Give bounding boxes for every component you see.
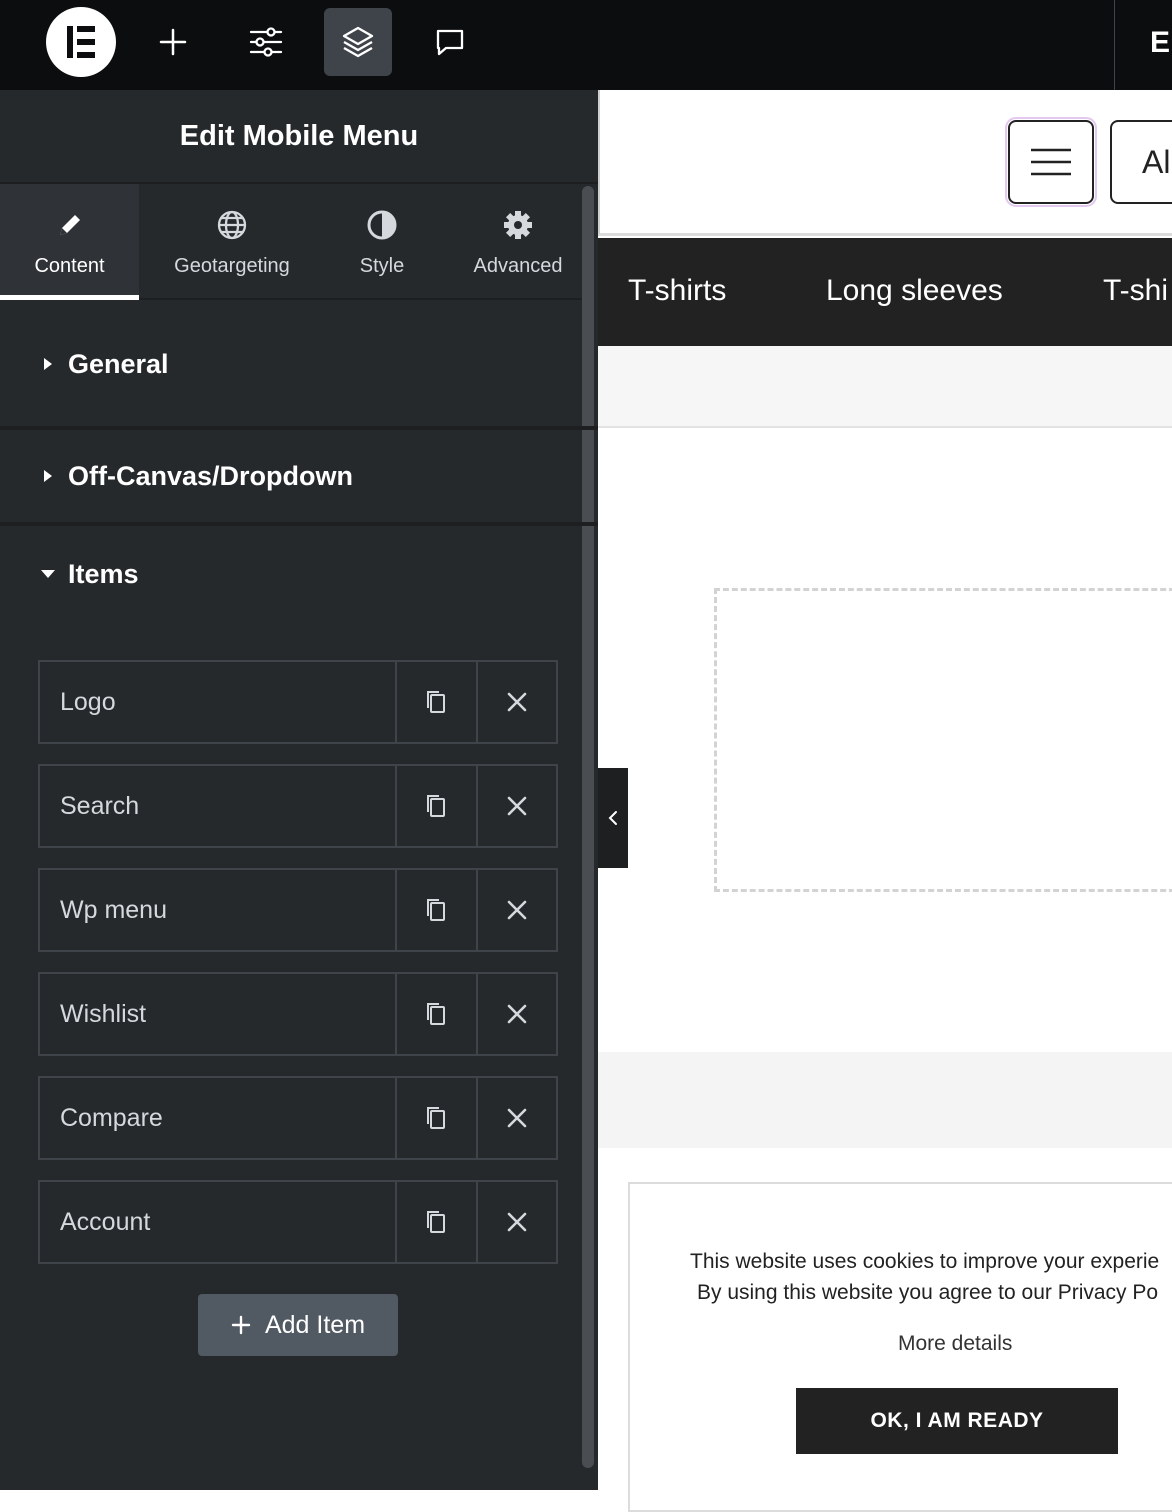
item-label[interactable]: Wp menu: [40, 870, 397, 950]
repeater-item[interactable]: Wishlist: [38, 972, 558, 1056]
section-items[interactable]: Items: [0, 526, 598, 622]
plus-icon: [159, 28, 187, 56]
tab-label: Geotargeting: [174, 254, 290, 277]
remove-button[interactable]: [476, 870, 556, 950]
collapse-panel-button[interactable]: [598, 768, 628, 868]
empty-widget-placeholder[interactable]: [714, 588, 1172, 892]
tab-style[interactable]: Style: [325, 184, 439, 300]
toolbar-divider: [1114, 0, 1115, 90]
remove-button[interactable]: [476, 1078, 556, 1158]
panel-tabs: Content Geotargeting Style Advanced: [0, 184, 582, 300]
remove-button[interactable]: [476, 662, 556, 742]
close-icon: [507, 796, 527, 816]
repeater-item[interactable]: Compare: [38, 1076, 558, 1160]
cookie-text: This website uses cookies to improve you…: [690, 1250, 1160, 1273]
item-label[interactable]: Compare: [40, 1078, 397, 1158]
add-element-button[interactable]: [139, 8, 207, 76]
remove-button[interactable]: [476, 974, 556, 1054]
section-off-canvas[interactable]: Off-Canvas/Dropdown: [0, 430, 598, 526]
elementor-logo-icon[interactable]: [46, 7, 116, 77]
duplicate-button[interactable]: [397, 1078, 477, 1158]
duplicate-button[interactable]: [397, 766, 477, 846]
chevron-left-icon: [608, 811, 617, 825]
tab-geotargeting[interactable]: Geotargeting: [139, 184, 325, 300]
section-label: General: [68, 348, 169, 379]
remove-button[interactable]: [476, 766, 556, 846]
toolbar-right-text[interactable]: El: [1150, 26, 1172, 60]
panel-title: Edit Mobile Menu: [0, 90, 598, 184]
item-label[interactable]: Search: [40, 766, 397, 846]
plus-icon: [231, 1315, 251, 1335]
close-icon: [507, 900, 527, 920]
close-icon: [507, 692, 527, 712]
tab-content[interactable]: Content: [0, 184, 139, 300]
item-label[interactable]: Wishlist: [40, 974, 397, 1054]
copy-icon: [427, 1211, 446, 1233]
copy-icon: [427, 1003, 446, 1025]
add-item-button[interactable]: Add Item: [198, 1294, 398, 1356]
caret-right-icon: [0, 468, 68, 484]
tab-label: Style: [359, 254, 405, 277]
tab-label: Advanced: [473, 254, 563, 277]
all-categories-button[interactable]: All: [1110, 120, 1172, 204]
close-icon: [507, 1108, 527, 1128]
half-circle-icon: [366, 207, 398, 243]
copy-icon: [427, 899, 446, 921]
repeater-item[interactable]: Search: [38, 764, 558, 848]
cookie-text-prefix: By using this website you agree to our: [697, 1281, 1058, 1304]
repeater-item[interactable]: Account: [38, 1180, 558, 1264]
item-label[interactable]: Account: [40, 1182, 397, 1262]
repeater-item[interactable]: Wp menu: [38, 868, 558, 952]
remove-button[interactable]: [476, 1182, 556, 1262]
section-general[interactable]: General: [0, 302, 598, 430]
duplicate-button[interactable]: [397, 1182, 477, 1262]
layers-icon: [342, 26, 374, 58]
duplicate-button[interactable]: [397, 870, 477, 950]
tab-label: Content: [34, 254, 105, 277]
section-label: Off-Canvas/Dropdown: [68, 460, 354, 491]
repeater-item[interactable]: Logo: [38, 660, 558, 744]
close-icon: [507, 1212, 527, 1232]
caret-right-icon: [0, 356, 68, 372]
editor-panel: Edit Mobile Menu Content Geotargeting St…: [0, 90, 598, 1490]
category-bar: T-shirts Long sleeves T-shi: [598, 238, 1172, 346]
copy-icon: [427, 1107, 446, 1129]
pencil-icon: [55, 207, 85, 243]
editor-top-bar: El: [0, 0, 1172, 90]
cookie-notice: This website uses cookies to improve you…: [628, 1182, 1172, 1512]
tab-advanced[interactable]: Advanced: [439, 184, 597, 300]
caret-down-icon: [0, 568, 68, 580]
chat-icon: [436, 29, 464, 56]
category-link[interactable]: T-shi: [1103, 274, 1168, 308]
globe-icon: [216, 207, 248, 243]
copy-icon: [427, 795, 446, 817]
hamburger-icon: [1031, 148, 1071, 176]
more-details-link[interactable]: More details: [898, 1332, 1012, 1356]
copy-icon: [427, 691, 446, 713]
cookie-text-2: By using this website you agree to our P…: [697, 1281, 1158, 1305]
preview-canvas: All T-shirts Long sleeves T-shi This web…: [598, 90, 1172, 1512]
privacy-policy-link[interactable]: Privacy Po: [1058, 1281, 1158, 1304]
site-header: All: [598, 90, 1172, 236]
add-item-label: Add Item: [264, 1310, 366, 1339]
section-label: Items: [68, 558, 139, 589]
sliders-icon: [249, 27, 283, 57]
breadcrumb-area: [598, 346, 1172, 428]
site-settings-button[interactable]: [232, 8, 300, 76]
duplicate-button[interactable]: [397, 662, 477, 742]
structure-button[interactable]: [324, 8, 392, 76]
item-label[interactable]: Logo: [40, 662, 397, 742]
grey-section: [598, 1052, 1172, 1148]
category-link[interactable]: T-shirts: [628, 274, 726, 308]
gear-icon: [502, 207, 534, 243]
close-icon: [507, 1004, 527, 1024]
duplicate-button[interactable]: [397, 974, 477, 1054]
accept-cookies-button[interactable]: OK, I AM READY: [796, 1388, 1118, 1454]
hamburger-menu-button[interactable]: [1005, 117, 1097, 207]
category-link[interactable]: Long sleeves: [826, 274, 1003, 308]
notes-button[interactable]: [416, 8, 484, 76]
